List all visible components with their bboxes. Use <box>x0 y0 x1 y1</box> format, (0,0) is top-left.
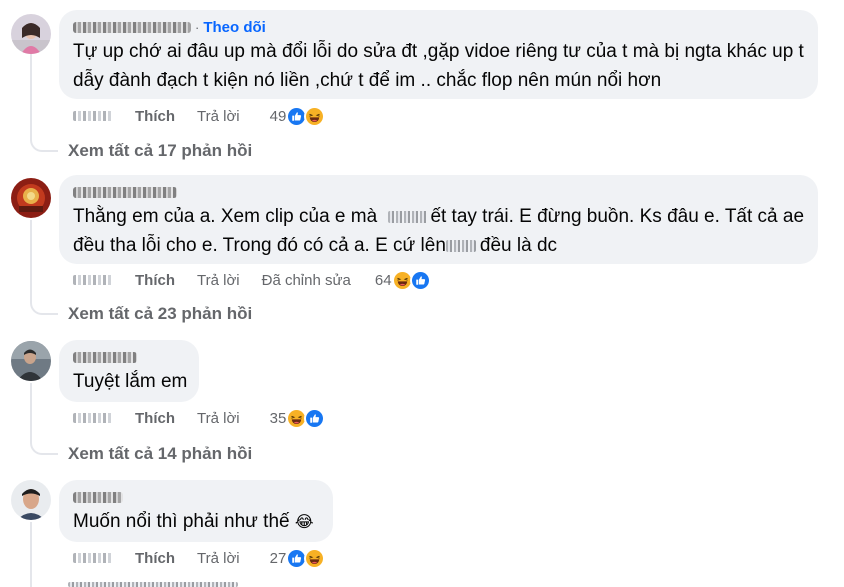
timestamp-redacted[interactable] <box>73 413 113 423</box>
like-button[interactable]: Thích <box>135 272 175 289</box>
edited-label: Đã chỉnh sửa <box>261 271 351 289</box>
comment-text-part: đều tha lỗi cho e. Trong đó có cả a. E c… <box>73 235 446 256</box>
reply-button[interactable]: Trả lời <box>197 108 240 125</box>
haha-reaction-icon <box>304 105 326 127</box>
commenter-name-redacted[interactable] <box>73 186 177 198</box>
comment-bubble: · Theo dõi Tự up chớ ai đâu up mà đổi lỗ… <box>59 10 818 99</box>
follow-link[interactable]: Theo dõi <box>203 19 266 36</box>
redacted-text <box>388 210 429 223</box>
reply-button[interactable]: Trả lời <box>197 550 240 567</box>
thread-connector <box>30 54 32 140</box>
comment-text-line: Tự up chớ ai đâu up mà đổi lỗi do sửa đt… <box>73 41 804 62</box>
commenter-name-redacted[interactable] <box>73 21 191 33</box>
thread-connector <box>30 383 32 443</box>
commenter-name-redacted[interactable] <box>73 351 137 363</box>
comment-text-line: dẫy đành đạch t kiện nó liền ,chứ t để i… <box>73 70 662 91</box>
thread-connector-curve <box>30 441 58 455</box>
timestamp-redacted[interactable] <box>73 275 113 285</box>
laughing-emoji-inline: 😂 <box>294 514 314 531</box>
comment-text-part: đều là dc <box>479 235 558 256</box>
thread-connector-curve <box>30 138 58 152</box>
reply-button[interactable]: Trả lời <box>197 410 240 427</box>
comment-actions: Thích Trả lời 49 <box>73 104 326 128</box>
avatar[interactable] <box>11 480 51 520</box>
avatar[interactable] <box>11 178 51 218</box>
redacted-text <box>68 582 238 587</box>
timestamp-redacted[interactable] <box>73 553 113 563</box>
view-all-replies-link[interactable]: Xem tất cả 17 phản hồi <box>68 141 252 161</box>
comment-text-line: Muốn nổi thì phải như thế 😂 <box>73 509 321 536</box>
comment-actions: Thích Trả lời Đã chỉnh sửa 64 <box>73 268 431 292</box>
comment-text-line: đều tha lỗi cho e. Trong đó có cả a. E c… <box>73 233 806 259</box>
view-all-replies-link-partial[interactable] <box>68 582 238 587</box>
haha-reaction-icon <box>304 547 326 569</box>
comment-actions: Thích Trả lời 35 <box>73 406 326 430</box>
comment-text-part: Muốn nổi thì phải như thế <box>73 511 290 532</box>
thread-connector <box>30 220 32 303</box>
like-button[interactable]: Thích <box>135 108 175 125</box>
comment-bubble: Tuyệt lắm em <box>59 340 199 402</box>
redacted-text <box>445 239 476 252</box>
avatar[interactable] <box>11 14 51 54</box>
reaction-summary[interactable]: 64 <box>374 269 431 291</box>
thread-connector <box>30 522 32 587</box>
like-reaction-icon <box>409 269 431 291</box>
view-all-replies-link[interactable]: Xem tất cả 14 phản hồi <box>68 444 252 464</box>
reaction-count: 27 <box>269 549 287 567</box>
comment-bubble: Thằng em của a. Xem clip của e mà ết tay… <box>59 175 818 264</box>
reaction-summary[interactable]: 27 <box>269 547 326 569</box>
reply-button[interactable]: Trả lời <box>197 272 240 289</box>
like-reaction-icon <box>304 407 326 429</box>
reaction-count: 49 <box>269 107 287 125</box>
comment-text-part: ết tay trái. E đừng buồn. Ks đâu e. Tất … <box>430 206 805 227</box>
reaction-summary[interactable]: 49 <box>269 105 326 127</box>
avatar[interactable] <box>11 341 51 381</box>
comment-bubble: Muốn nổi thì phải như thế 😂 <box>59 480 333 542</box>
comment-text-part: Thằng em của a. Xem clip của e mà <box>73 206 378 227</box>
separator-dot: · <box>195 19 200 35</box>
reaction-summary[interactable]: 35 <box>269 407 326 429</box>
like-button[interactable]: Thích <box>135 410 175 427</box>
thread-connector-curve <box>30 301 58 315</box>
like-button[interactable]: Thích <box>135 550 175 567</box>
reaction-count: 64 <box>374 271 392 289</box>
comment-text-line: Thằng em của a. Xem clip của e mà ết tay… <box>73 204 806 230</box>
timestamp-redacted[interactable] <box>73 111 113 121</box>
view-all-replies-link[interactable]: Xem tất cả 23 phản hồi <box>68 304 252 324</box>
commenter-name-redacted[interactable] <box>73 491 123 503</box>
comment-actions: Thích Trả lời 27 <box>73 546 326 570</box>
reaction-count: 35 <box>269 409 287 427</box>
comment-text-line: Tuyệt lắm em <box>73 371 188 392</box>
